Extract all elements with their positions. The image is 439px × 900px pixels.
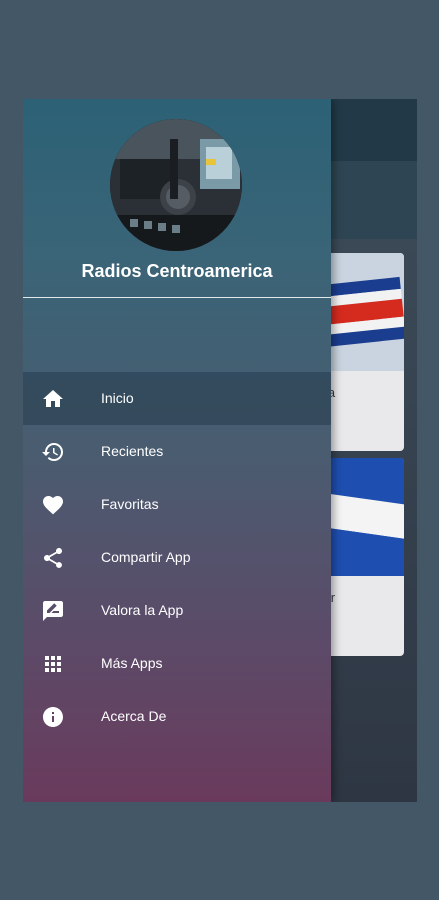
menu-item-valora-la-app[interactable]: Valora la App (23, 584, 331, 637)
navigation-drawer: Radios Centroamerica Inicio Recientes Fa… (23, 99, 331, 802)
menu-item-acerca-de[interactable]: Acerca De (23, 690, 331, 743)
menu-item-compartir-app[interactable]: Compartir App (23, 531, 331, 584)
radio-studio-image (110, 119, 242, 251)
drawer-menu: Inicio Recientes Favoritas Compartir App… (23, 372, 331, 743)
menu-label: Más Apps (101, 655, 163, 671)
menu-item-mas-apps[interactable]: Más Apps (23, 637, 331, 690)
history-icon (42, 443, 63, 461)
heart-icon (43, 496, 63, 515)
drawer-title: Radios Centroamerica (81, 261, 273, 281)
info-icon (43, 707, 63, 727)
phone-screen: s Costa oras s El dor oras (23, 99, 417, 802)
apps-grid-icon (45, 656, 61, 672)
share-icon (44, 548, 62, 568)
menu-item-recientes[interactable]: Recientes (23, 425, 331, 478)
divider (23, 297, 331, 298)
home-icon (43, 390, 63, 407)
menu-label: Valora la App (101, 602, 184, 618)
menu-label: Acerca De (101, 708, 167, 724)
menu-label: Favoritas (101, 496, 159, 512)
menu-item-inicio[interactable]: Inicio (23, 372, 331, 425)
menu-label: Compartir App (101, 549, 191, 565)
menu-label: Inicio (101, 390, 134, 406)
menu-label: Recientes (101, 443, 164, 459)
menu-item-favoritas[interactable]: Favoritas (23, 478, 331, 531)
rate-review-icon (43, 601, 63, 621)
